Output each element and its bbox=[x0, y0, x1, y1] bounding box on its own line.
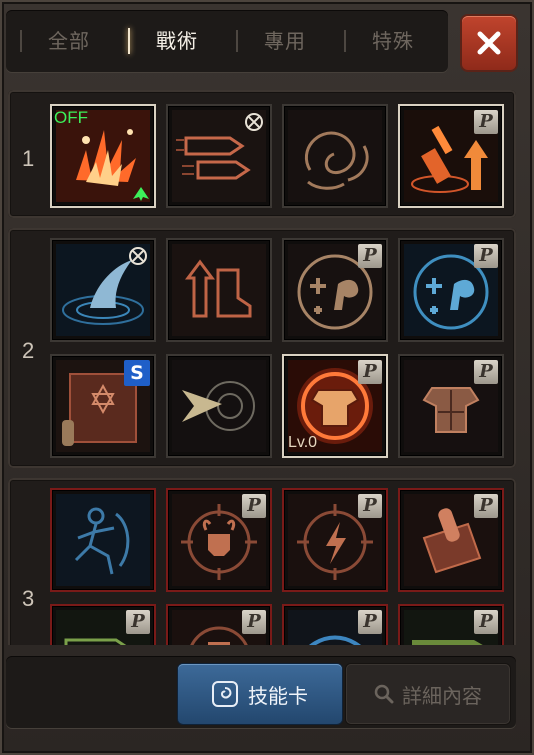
skill-slot-blue-arc[interactable]: P bbox=[282, 604, 388, 645]
skill-slot-ammo-box[interactable]: P bbox=[398, 488, 504, 592]
skill-slot-bullet-green[interactable]: P bbox=[50, 604, 156, 645]
passive-badge: P bbox=[474, 110, 498, 134]
special-badge: S bbox=[124, 360, 150, 386]
row-number: 3 bbox=[22, 586, 35, 611]
passive-badge: P bbox=[126, 610, 150, 634]
passive-badge: P bbox=[242, 610, 266, 634]
passive-badge: P bbox=[358, 610, 382, 634]
passive-badge: P bbox=[242, 494, 266, 518]
off-status-label: OFF bbox=[54, 108, 88, 127]
runner-blue-skill-icon bbox=[56, 494, 150, 586]
skill-grid-scroll[interactable]: 1 OFF P 2 P P S P Lv.0 P 3 P P P P P P P bbox=[8, 90, 516, 645]
passive-badge: P bbox=[358, 494, 382, 518]
tactics-skill-panel: 全部 戰術 專用 特殊 1 OFF P 2 P P S P Lv.0 P 3 P… bbox=[0, 0, 534, 755]
row-number: 2 bbox=[22, 338, 35, 363]
passive-badge: P bbox=[474, 610, 498, 634]
skill-slot-explosion[interactable]: OFF bbox=[50, 104, 156, 208]
dash-crosshair-skill-icon bbox=[172, 360, 266, 452]
row-number: 1 bbox=[22, 146, 35, 171]
passive-badge: P bbox=[474, 244, 498, 268]
skill-slot-strength-plus[interactable]: P bbox=[282, 238, 388, 342]
detail-button[interactable]: 詳細內容 bbox=[346, 664, 510, 724]
passive-badge: P bbox=[474, 360, 498, 384]
skill-slot-runner[interactable] bbox=[50, 488, 156, 592]
search-icon bbox=[374, 684, 394, 704]
skill-card-label: 技能卡 bbox=[248, 683, 308, 708]
skill-slot-boost-flask[interactable]: P bbox=[398, 104, 504, 208]
skill-slot-green-rifle[interactable]: P bbox=[398, 604, 504, 645]
passive-badge: P bbox=[358, 360, 382, 384]
close-x-icon bbox=[477, 31, 501, 55]
passive-badge: P bbox=[474, 494, 498, 518]
boot-up-skill-icon bbox=[172, 244, 266, 336]
skill-slot-horned-skull[interactable]: P bbox=[166, 488, 272, 592]
detail-label: 詳細內容 bbox=[402, 683, 482, 708]
locked-skill-icon bbox=[245, 113, 263, 131]
tab-separator bbox=[344, 30, 346, 52]
skill-slot-hexagram-scroll[interactable]: S bbox=[50, 354, 156, 458]
skill-slot-armor-fire[interactable]: P Lv.0 bbox=[282, 354, 388, 458]
skill-slot-lightning-target[interactable]: P bbox=[282, 488, 388, 592]
skill-card-swirl-icon bbox=[212, 681, 238, 707]
tab-exclusive[interactable]: 專用 bbox=[264, 26, 306, 56]
skill-slot-skull-partial[interactable]: P bbox=[166, 604, 272, 645]
close-button[interactable] bbox=[462, 16, 516, 70]
category-tab-bar: 全部 戰術 專用 特殊 bbox=[6, 10, 448, 72]
skill-slot-strength-plus-blue[interactable]: P bbox=[398, 238, 504, 342]
tab-special[interactable]: 特殊 bbox=[372, 26, 414, 56]
tab-separator bbox=[20, 30, 22, 52]
tab-tactics[interactable]: 戰術 bbox=[156, 26, 198, 56]
smoke-swirl-skill-icon bbox=[288, 110, 382, 202]
skill-slot-armor[interactable]: P bbox=[398, 354, 504, 458]
skill-card-button[interactable]: 技能卡 bbox=[178, 664, 342, 724]
upgrade-arrow-icon bbox=[133, 187, 149, 201]
skill-slot-bullets[interactable] bbox=[166, 104, 272, 208]
tab-active-indicator bbox=[128, 28, 130, 54]
skill-slot-dash-crosshair[interactable] bbox=[166, 354, 272, 458]
passive-badge: P bbox=[358, 244, 382, 268]
skill-slot-shark-fin[interactable] bbox=[50, 238, 156, 342]
skill-slot-smoke[interactable] bbox=[282, 104, 388, 208]
tab-separator bbox=[236, 30, 238, 52]
skill-level-label: Lv.0 bbox=[288, 434, 318, 451]
skill-slot-boot-up[interactable] bbox=[166, 238, 272, 342]
locked-skill-icon bbox=[129, 247, 147, 265]
tab-all[interactable]: 全部 bbox=[48, 26, 90, 56]
